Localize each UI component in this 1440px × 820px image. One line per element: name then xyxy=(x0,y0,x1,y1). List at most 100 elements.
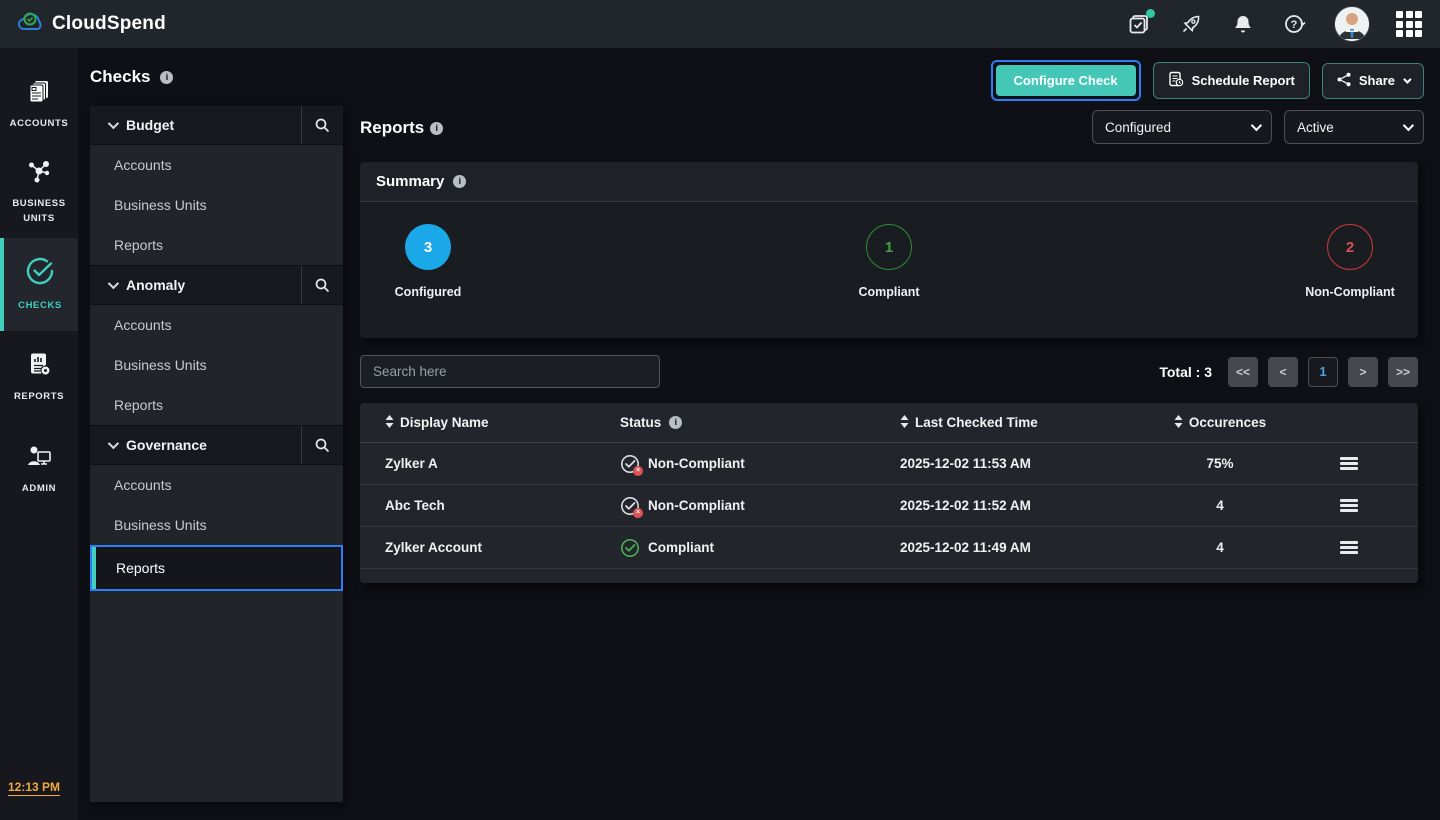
column-label: Last Checked Time xyxy=(915,415,1038,430)
apps-grid-icon[interactable] xyxy=(1396,11,1422,37)
compliant-count-circle[interactable]: 1 xyxy=(866,224,912,270)
row-menu-icon[interactable] xyxy=(1340,541,1358,554)
reports-table: Display Name Status Last Checked Time Oc… xyxy=(360,403,1418,583)
column-label: Occurences xyxy=(1189,415,1266,430)
sort-icon[interactable] xyxy=(385,415,394,431)
user-avatar[interactable] xyxy=(1334,6,1370,42)
group-label: Budget xyxy=(126,117,301,133)
panel-item-budget-accounts[interactable]: Accounts xyxy=(90,145,343,185)
filters: Configured Active xyxy=(1092,110,1424,144)
search-input[interactable] xyxy=(360,355,660,388)
page-title-text: Checks xyxy=(90,67,150,87)
share-icon xyxy=(1337,72,1351,90)
group-header-anomaly[interactable]: Anomaly xyxy=(90,265,343,305)
next-page-button[interactable]: > xyxy=(1348,357,1378,387)
help-icon[interactable]: ? xyxy=(1282,11,1308,37)
status-label: Non-Compliant xyxy=(648,456,745,471)
panel-item-anomaly-business-units[interactable]: Business Units xyxy=(90,345,343,385)
stat-label: Configured xyxy=(395,285,462,299)
row-menu-icon[interactable] xyxy=(1340,499,1358,512)
sort-icon[interactable] xyxy=(1174,415,1183,431)
configured-dropdown[interactable]: Configured xyxy=(1092,110,1272,144)
page-title: Checks xyxy=(90,67,173,87)
group-header-governance[interactable]: Governance xyxy=(90,425,343,465)
panel-item-label: Accounts xyxy=(114,477,172,493)
feedback-icon[interactable] xyxy=(1126,11,1152,37)
info-icon[interactable] xyxy=(669,416,682,429)
last-page-button[interactable]: >> xyxy=(1388,357,1418,387)
reports-title: Reports xyxy=(360,118,443,138)
sidebar-label: ACCOUNTS xyxy=(10,116,69,131)
row-status: Non-Compliant xyxy=(620,454,900,474)
active-dropdown[interactable]: Active xyxy=(1284,110,1424,144)
first-page-button[interactable]: << xyxy=(1228,357,1258,387)
business-units-icon xyxy=(26,158,52,189)
row-occurrences: 4 xyxy=(1160,498,1280,513)
stat-compliant: 1 Compliant xyxy=(841,224,937,338)
schedule-report-icon xyxy=(1168,71,1184,90)
rocket-icon[interactable] xyxy=(1178,11,1204,37)
row-display-name: Zylker Account xyxy=(360,540,620,555)
schedule-report-button[interactable]: Schedule Report xyxy=(1153,62,1310,99)
table-row[interactable]: Zylker Account Compliant 2025-12-02 11:4… xyxy=(360,527,1418,569)
red-x-badge xyxy=(633,508,643,518)
row-status: Non-Compliant xyxy=(620,496,900,516)
chevron-down-icon xyxy=(1403,120,1414,131)
table-row[interactable]: Abc Tech Non-Compliant 2025-12-02 11:52 … xyxy=(360,485,1418,527)
panel-item-budget-business-units[interactable]: Business Units xyxy=(90,185,343,225)
non-compliant-count-circle[interactable]: 2 xyxy=(1327,224,1373,270)
search-icon[interactable] xyxy=(301,106,343,144)
panel-item-anomaly-reports[interactable]: Reports xyxy=(90,385,343,425)
sort-icon[interactable] xyxy=(900,415,909,431)
stat-non-compliant: 2 Non-Compliant xyxy=(1302,224,1398,338)
summary-card: Summary 3 Configured 1 Compliant 2 Non-C… xyxy=(360,162,1418,338)
info-icon[interactable] xyxy=(160,71,173,84)
current-page-button[interactable]: 1 xyxy=(1308,357,1338,387)
non-compliant-icon xyxy=(620,454,640,474)
sidebar-label: REPORTS xyxy=(14,389,64,404)
sidebar-item-admin[interactable]: ADMIN xyxy=(0,433,78,506)
configured-count-circle[interactable]: 3 xyxy=(405,224,451,270)
sidebar-item-accounts[interactable]: ACCOUNTS xyxy=(0,68,78,141)
panel-item-anomaly-accounts[interactable]: Accounts xyxy=(90,305,343,345)
panel-item-governance-reports-selected[interactable]: Reports xyxy=(90,545,343,591)
info-icon[interactable] xyxy=(430,122,443,135)
header-actions: Configure Check Schedule Report Share xyxy=(991,60,1424,101)
search-icon[interactable] xyxy=(301,426,343,464)
sidebar-item-reports[interactable]: REPORTS xyxy=(0,341,78,414)
table-row[interactable]: Zylker A Non-Compliant 2025-12-02 11:53 … xyxy=(360,443,1418,485)
sidebar-item-business-units[interactable]: BUSINESS UNITS xyxy=(0,148,78,236)
prev-page-button[interactable]: < xyxy=(1268,357,1298,387)
panel-item-governance-business-units[interactable]: Business Units xyxy=(90,505,343,545)
info-icon[interactable] xyxy=(453,175,466,188)
checks-icon xyxy=(25,256,55,291)
chevron-down-icon xyxy=(108,438,119,449)
bell-icon[interactable] xyxy=(1230,11,1256,37)
brand-logo[interactable]: CloudSpend xyxy=(18,11,166,38)
share-label: Share xyxy=(1359,73,1395,88)
column-occurences[interactable]: Occurences xyxy=(1160,415,1280,431)
configure-check-focus-ring: Configure Check xyxy=(991,60,1141,101)
summary-header: Summary xyxy=(360,162,1418,202)
row-occurrences: 4 xyxy=(1160,540,1280,555)
group-header-budget[interactable]: Budget xyxy=(90,105,343,145)
panel-item-label: Reports xyxy=(114,237,163,253)
panel-item-label: Reports xyxy=(114,397,163,413)
timestamp-link[interactable]: 12:13 PM xyxy=(8,780,60,796)
column-last-checked-time[interactable]: Last Checked Time xyxy=(900,415,1160,431)
column-display-name[interactable]: Display Name xyxy=(360,415,620,431)
summary-title: Summary xyxy=(376,173,444,190)
panel-item-governance-accounts[interactable]: Accounts xyxy=(90,465,343,505)
reports-icon xyxy=(26,351,52,382)
sidebar-item-checks[interactable]: CHECKS xyxy=(0,238,78,331)
share-button[interactable]: Share xyxy=(1322,63,1424,99)
panel-item-label: Business Units xyxy=(114,197,207,213)
search-icon[interactable] xyxy=(301,266,343,304)
panel-item-label: Reports xyxy=(116,560,165,576)
sidebar-label: ADMIN xyxy=(22,481,56,496)
configured-dropdown-value: Configured xyxy=(1105,120,1171,135)
configure-check-button[interactable]: Configure Check xyxy=(996,65,1136,96)
stat-label: Compliant xyxy=(858,285,919,299)
row-menu-icon[interactable] xyxy=(1340,457,1358,470)
panel-item-budget-reports[interactable]: Reports xyxy=(90,225,343,265)
